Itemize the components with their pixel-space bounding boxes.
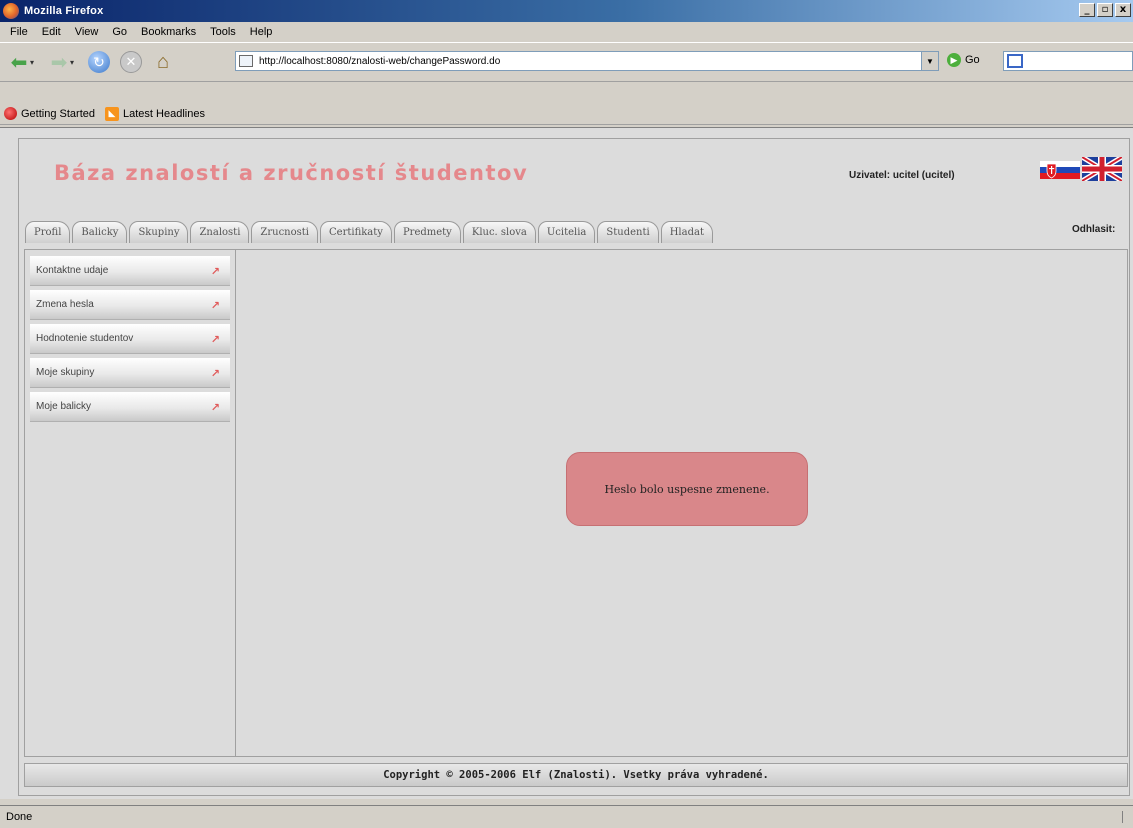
window-titlebar: Mozilla Firefox _ ▫ x bbox=[0, 0, 1133, 22]
status-text: Done bbox=[6, 811, 33, 823]
slovak-flag-icon[interactable] bbox=[1040, 161, 1080, 179]
tab-certifikaty[interactable]: Certifikaty bbox=[320, 221, 392, 243]
window-title: Mozilla Firefox bbox=[24, 5, 104, 17]
page-icon bbox=[239, 55, 253, 67]
stop-icon: ✕ bbox=[120, 51, 142, 73]
main-panel: Kontaktne udaje ↗ Zmena hesla ↗ Hodnoten… bbox=[24, 249, 1128, 757]
search-box[interactable] bbox=[1003, 51, 1133, 71]
tab-kluc-slova[interactable]: Kluc. slova bbox=[462, 221, 536, 243]
sidebar-item-label: Kontaktne udaje bbox=[36, 265, 109, 276]
sidebar-item-moje-balicky[interactable]: Moje balicky ↗ bbox=[30, 392, 230, 422]
reload-button[interactable]: ↻ bbox=[86, 49, 112, 75]
arrow-icon: ↗ bbox=[210, 334, 220, 346]
user-info: Uzivatel: ucitel (ucitel) bbox=[849, 170, 955, 181]
back-arrow-icon[interactable]: ⬅ bbox=[6, 49, 32, 75]
status-bar: Done bbox=[0, 805, 1133, 828]
tab-profil[interactable]: Profil bbox=[25, 221, 71, 243]
menu-bar: File Edit View Go Bookmarks Tools Help bbox=[0, 22, 1133, 42]
browser-content: Báza znalostí a zručností študentov Uziv… bbox=[0, 127, 1133, 799]
logout-link[interactable]: Odhlasit: bbox=[1072, 224, 1115, 235]
bookmark-label: Getting Started bbox=[21, 107, 95, 120]
url-bar[interactable]: http://localhost:8080/znalosti-web/chang… bbox=[235, 51, 939, 71]
sidebar-item-label: Moje skupiny bbox=[36, 367, 95, 378]
sidebar-menu: Kontaktne udaje ↗ Zmena hesla ↗ Hodnoten… bbox=[25, 250, 236, 756]
tab-predmety[interactable]: Predmety bbox=[393, 221, 461, 243]
forward-arrow-icon[interactable]: ➡ bbox=[46, 49, 72, 75]
firefox-icon bbox=[3, 3, 19, 19]
minimize-button[interactable]: _ bbox=[1079, 3, 1095, 17]
tab-balicky[interactable]: Balicky bbox=[72, 221, 128, 243]
menu-view[interactable]: View bbox=[68, 26, 106, 38]
sidebar-item-hodnotenie-studentov[interactable]: Hodnotenie studentov ↗ bbox=[30, 324, 230, 354]
go-arrow-icon: ▶ bbox=[947, 53, 961, 67]
back-dropdown-icon[interactable]: ▾ bbox=[30, 58, 40, 67]
sidebar-item-label: Moje balicky bbox=[36, 401, 92, 412]
site-title: Báza znalostí a zručností študentov bbox=[54, 161, 529, 185]
arrow-icon: ↗ bbox=[210, 266, 220, 278]
web-page: Báza znalostí a zručností študentov Uziv… bbox=[18, 138, 1130, 796]
url-text[interactable]: http://localhost:8080/znalosti-web/chang… bbox=[259, 56, 500, 67]
sidebar-item-kontaktne-udaje[interactable]: Kontaktne udaje ↗ bbox=[30, 256, 230, 286]
close-button[interactable]: x bbox=[1115, 3, 1131, 17]
arrow-icon: ↗ bbox=[210, 368, 220, 380]
menu-help[interactable]: Help bbox=[243, 26, 280, 38]
navigation-toolbar: ⬅ ▾ ➡ ▾ ↻ ✕ ⌂ http://localhost:8080/znal… bbox=[0, 42, 1133, 82]
main-tabs: Profil Balicky Skupiny Znalosti Zrucnost… bbox=[25, 221, 713, 243]
sidebar-item-zmena-hesla[interactable]: Zmena hesla ↗ bbox=[30, 290, 230, 320]
bookmark-getting-started[interactable]: Getting Started bbox=[4, 107, 95, 120]
go-button[interactable]: ▶ Go bbox=[947, 53, 980, 67]
window-controls: _ ▫ x bbox=[1079, 3, 1131, 17]
bookmark-latest-headlines[interactable]: ◣ Latest Headlines bbox=[105, 106, 205, 121]
rss-feed-icon: ◣ bbox=[105, 106, 119, 121]
english-flag-icon[interactable] bbox=[1082, 157, 1122, 181]
tab-znalosti[interactable]: Znalosti bbox=[190, 221, 250, 243]
maximize-button[interactable]: ▫ bbox=[1097, 3, 1113, 17]
tab-hladat[interactable]: Hladat bbox=[660, 221, 713, 243]
bookmark-label: Latest Headlines bbox=[123, 107, 205, 120]
tab-skupiny[interactable]: Skupiny bbox=[129, 221, 189, 243]
menu-edit[interactable]: Edit bbox=[35, 26, 68, 38]
menu-file[interactable]: File bbox=[3, 26, 35, 38]
forward-dropdown-icon[interactable]: ▾ bbox=[70, 58, 80, 67]
page-footer: Copyright © 2005-2006 Elf (Znalosti). Vs… bbox=[24, 763, 1128, 787]
firefox-bookmark-icon bbox=[4, 107, 17, 120]
home-icon[interactable]: ⌂ bbox=[150, 49, 176, 75]
go-label: Go bbox=[965, 54, 980, 66]
stop-button[interactable]: ✕ bbox=[118, 49, 144, 75]
sidebar-item-label: Zmena hesla bbox=[36, 299, 94, 310]
sidebar-item-moje-skupiny[interactable]: Moje skupiny ↗ bbox=[30, 358, 230, 388]
url-dropdown-icon[interactable]: ▼ bbox=[921, 52, 938, 70]
tab-zrucnosti[interactable]: Zrucnosti bbox=[251, 221, 318, 243]
search-engine-icon[interactable] bbox=[1007, 54, 1023, 68]
menu-bookmarks[interactable]: Bookmarks bbox=[134, 26, 203, 38]
tab-studenti[interactable]: Studenti bbox=[597, 221, 659, 243]
menu-tools[interactable]: Tools bbox=[203, 26, 243, 38]
sidebar-item-label: Hodnotenie studentov bbox=[36, 333, 134, 344]
arrow-icon: ↗ bbox=[210, 300, 220, 312]
reload-icon: ↻ bbox=[88, 51, 110, 73]
success-message: Heslo bolo uspesne zmenene. bbox=[566, 452, 808, 526]
status-resize-grip bbox=[1122, 811, 1130, 823]
arrow-icon: ↗ bbox=[210, 402, 220, 414]
tab-ucitelia[interactable]: Ucitelia bbox=[537, 221, 596, 243]
bookmarks-toolbar: Getting Started ◣ Latest Headlines bbox=[0, 103, 1133, 125]
menu-go[interactable]: Go bbox=[105, 26, 134, 38]
